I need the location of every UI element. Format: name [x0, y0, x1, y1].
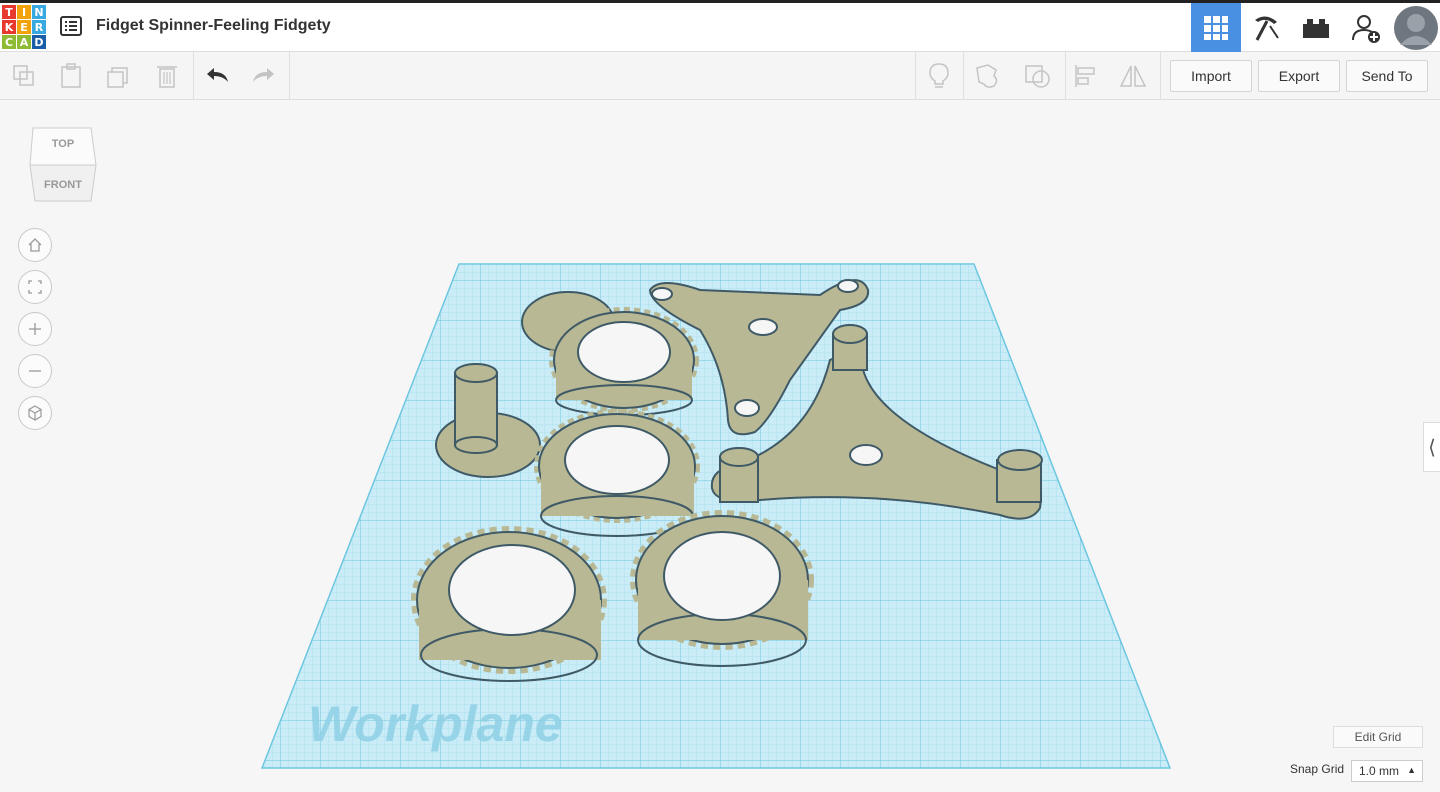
- logo-letter: I: [17, 5, 31, 19]
- fit-view-icon[interactable]: [18, 270, 52, 304]
- design-title[interactable]: Fidget Spinner-Feeling Fidgety: [96, 17, 331, 35]
- paste-icon[interactable]: [53, 58, 89, 94]
- edit-toolbar: Import Export Send To: [0, 52, 1440, 100]
- gear-shape-3: [411, 526, 607, 682]
- design-list-icon[interactable]: [58, 14, 84, 38]
- caret-up-icon: ▲: [1407, 765, 1416, 775]
- ungroup-icon[interactable]: [1019, 58, 1055, 94]
- snap-grid-label: Snap Grid: [1290, 762, 1345, 776]
- gear-shape-1: [549, 307, 699, 416]
- logo-letter: R: [32, 20, 46, 34]
- group-icon[interactable]: [970, 58, 1006, 94]
- pickaxe-icon[interactable]: [1241, 3, 1291, 52]
- edit-grid-button[interactable]: Edit Grid: [1333, 726, 1423, 748]
- logo-letter: A: [17, 35, 31, 49]
- logo-letter: E: [17, 20, 31, 34]
- notes-lightbulb-icon[interactable]: [921, 58, 957, 94]
- 3d-viewport[interactable]: Workplane TOP FRONT ⟨ Edit Grid Snap Gri…: [0, 101, 1440, 792]
- align-icon[interactable]: [1068, 58, 1104, 94]
- avatar[interactable]: [1391, 3, 1440, 52]
- top-bar: TIN KER CAD Fidget Spinner-Feeling Fidgety: [0, 0, 1440, 52]
- add-user-icon[interactable]: [1341, 3, 1391, 52]
- view-cube-top-label: TOP: [51, 138, 75, 150]
- tinkercad-logo[interactable]: TIN KER CAD: [2, 5, 46, 49]
- import-button[interactable]: Import: [1170, 60, 1252, 92]
- logo-letter: T: [2, 5, 16, 19]
- workplane-label: Workplane: [308, 696, 563, 752]
- delete-icon[interactable]: [149, 58, 185, 94]
- snap-grid-select[interactable]: 1.0 mm ▲: [1351, 760, 1423, 782]
- redo-icon[interactable]: [246, 58, 282, 94]
- send-to-button[interactable]: Send To: [1346, 60, 1428, 92]
- logo-letter: K: [2, 20, 16, 34]
- panel-collapse-toggle[interactable]: ⟨: [1423, 422, 1440, 472]
- logo-letter: D: [32, 35, 46, 49]
- grid-view-icon[interactable]: [1191, 3, 1241, 52]
- zoom-in-icon[interactable]: [18, 312, 52, 346]
- view-cube-front-label: FRONT: [44, 179, 82, 191]
- copy-icon[interactable]: [6, 58, 42, 94]
- logo-letter: N: [32, 5, 46, 19]
- duplicate-icon[interactable]: [101, 58, 137, 94]
- view-cube[interactable]: TOP FRONT: [28, 125, 98, 205]
- logo-letter: C: [2, 35, 16, 49]
- home-view-icon[interactable]: [18, 228, 52, 262]
- perspective-cube-icon[interactable]: [18, 396, 52, 430]
- snap-grid-value: 1.0 mm: [1359, 764, 1400, 778]
- undo-icon[interactable]: [199, 58, 235, 94]
- mirror-icon[interactable]: [1115, 58, 1151, 94]
- export-button[interactable]: Export: [1258, 60, 1340, 92]
- zoom-out-icon[interactable]: [18, 354, 52, 388]
- workplane-scene[interactable]: Workplane: [0, 101, 1440, 792]
- bricks-icon[interactable]: [1291, 3, 1341, 52]
